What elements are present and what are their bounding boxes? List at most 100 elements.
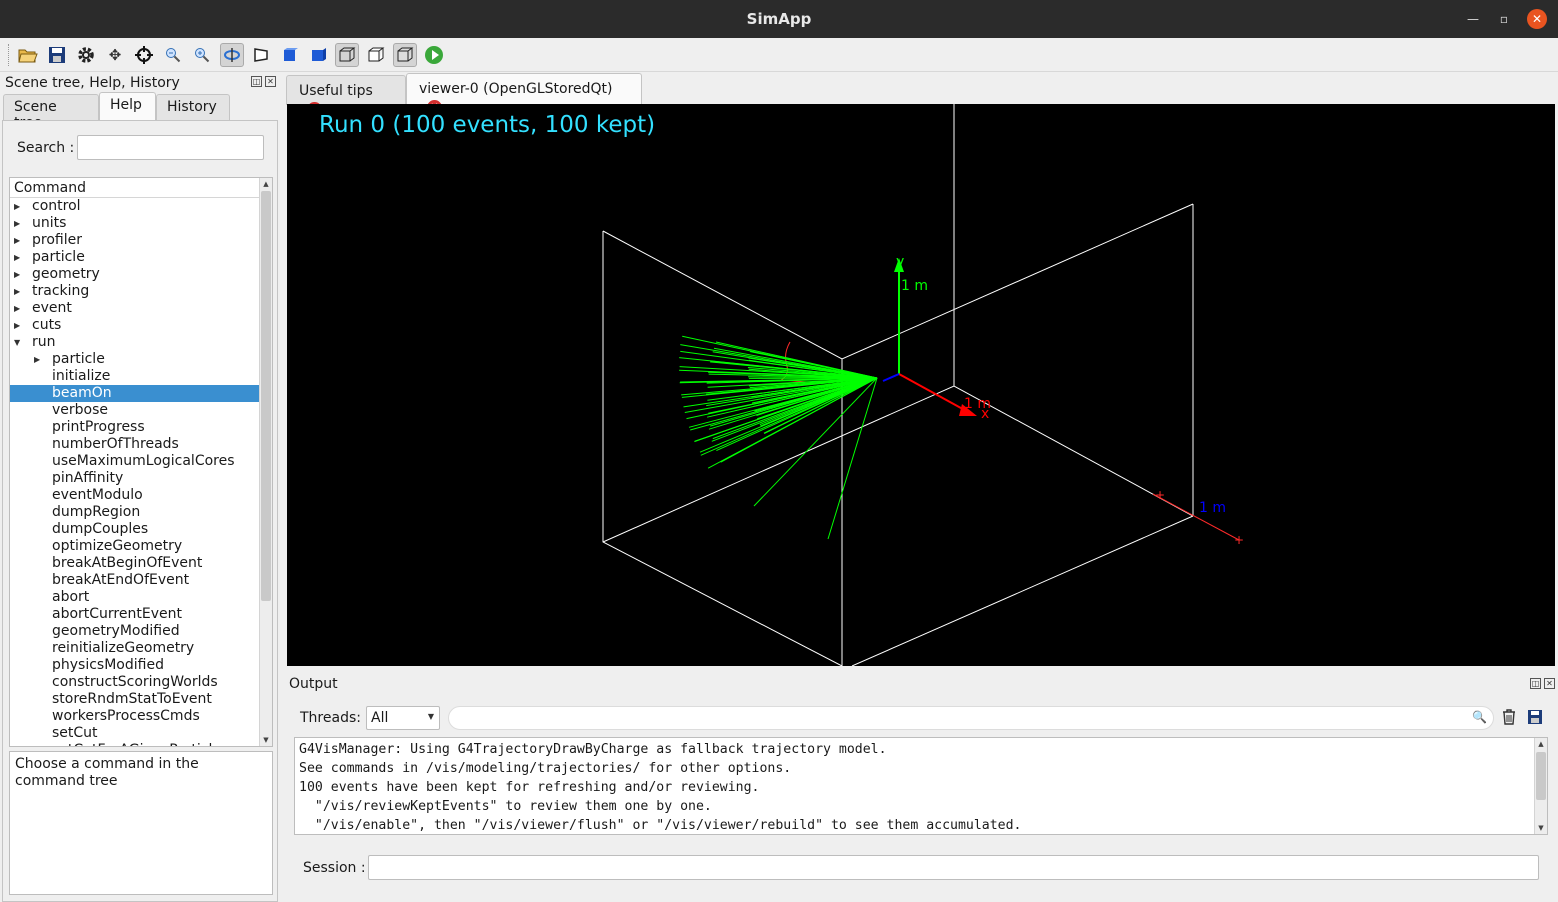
save-output-icon[interactable] — [1526, 708, 1544, 726]
tree-item-geometrymodified[interactable]: geometryModified — [10, 623, 272, 640]
solid-alt-icon[interactable] — [306, 43, 330, 67]
chevron-right-icon[interactable]: ▶ — [14, 266, 20, 283]
tree-item-beamon[interactable]: beamOn — [10, 385, 272, 402]
threads-value: All — [371, 710, 389, 726]
tab-viewer-0[interactable]: viewer-0 (OpenGLStoredQt)✕ — [406, 73, 642, 115]
save-icon[interactable] — [45, 43, 69, 67]
pick-icon[interactable] — [132, 43, 156, 67]
open-icon[interactable] — [16, 43, 40, 67]
tree-item-label: constructScoringWorlds — [52, 674, 218, 690]
tree-scrollbar[interactable]: ▲ ▼ — [259, 178, 272, 746]
tree-item-abortcurrentevent[interactable]: abortCurrentEvent — [10, 606, 272, 623]
float-icon[interactable]: ◫ — [1530, 678, 1541, 689]
tree-item-abort[interactable]: abort — [10, 589, 272, 606]
perspective-icon[interactable] — [249, 43, 273, 67]
tree-item-run[interactable]: ▼ run — [10, 334, 272, 351]
scroll-up-icon[interactable]: ▲ — [1535, 738, 1547, 750]
solid-icon[interactable] — [278, 43, 302, 67]
tree-item-cuts[interactable]: ▶ cuts — [10, 317, 272, 334]
session-input[interactable] — [368, 855, 1539, 880]
tree-item-numberofthreads[interactable]: numberOfThreads — [10, 436, 272, 453]
float-icon[interactable]: ◫ — [251, 76, 262, 87]
chevron-down-icon[interactable]: ▼ — [14, 334, 20, 351]
chevron-right-icon[interactable]: ▶ — [14, 215, 20, 232]
tree-item-units[interactable]: ▶ units — [10, 215, 272, 232]
tree-item-breakatbeginofevent[interactable]: breakAtBeginOfEvent — [10, 555, 272, 572]
search-input[interactable] — [77, 135, 264, 160]
scroll-down-icon[interactable]: ▼ — [260, 734, 272, 746]
output-scrollbar[interactable]: ▲ ▼ — [1534, 738, 1547, 834]
tree-item-dumpregion[interactable]: dumpRegion — [10, 504, 272, 521]
tree-item-constructscoringworlds[interactable]: constructScoringWorlds — [10, 674, 272, 691]
tree-item-label: particle — [32, 249, 85, 265]
chevron-right-icon[interactable]: ▶ — [14, 283, 20, 300]
tree-item-particle[interactable]: ▶ particle — [10, 249, 272, 266]
chevron-right-icon[interactable]: ▶ — [14, 317, 20, 334]
tree-item-profiler[interactable]: ▶ profiler — [10, 232, 272, 249]
tree-item-eventmodulo[interactable]: eventModulo — [10, 487, 272, 504]
close-dock-icon[interactable]: ✕ — [265, 76, 276, 87]
close-icon[interactable]: ✕ — [1527, 9, 1547, 29]
tree-item-printprogress[interactable]: printProgress — [10, 419, 272, 436]
tab-scene-tree[interactable]: Scene tree — [3, 94, 99, 131]
wireframe-icon[interactable] — [335, 43, 359, 67]
rotate-icon[interactable] — [220, 43, 244, 67]
output-filter-input[interactable]: 🔍 — [448, 706, 1494, 730]
restore-icon[interactable]: ▫ — [1494, 9, 1514, 29]
zoom-in-icon[interactable] — [190, 43, 214, 67]
tree-item-storerndmstattoevent[interactable]: storeRndmStatToEvent — [10, 691, 272, 708]
scroll-thumb[interactable] — [261, 191, 271, 601]
tree-item-initialize[interactable]: initialize — [10, 368, 272, 385]
threads-label: Threads: — [300, 710, 361, 726]
command-tree[interactable]: Command ▶ control ▶ units ▶ profiler ▶ particle… — [9, 177, 273, 747]
tab-useful-tips[interactable]: Useful tips✕ — [286, 75, 406, 117]
tree-item-label: control — [32, 198, 81, 214]
tree-header-command[interactable]: Command — [10, 178, 272, 198]
tab-label: Useful tips — [299, 83, 373, 99]
close-dock-icon[interactable]: ✕ — [1544, 678, 1555, 689]
scroll-thumb[interactable] — [1536, 752, 1546, 800]
tab-history[interactable]: History — [156, 94, 230, 120]
opengl-viewer[interactable]: y 1 m 1 m x + + 1 m Run 0 (100 events, 1… — [287, 104, 1555, 666]
tree-item-setcut[interactable]: setCut — [10, 725, 272, 742]
hidden-surface-icon[interactable] — [393, 43, 417, 67]
output-console[interactable]: G4VisManager: Using G4TrajectoryDrawByCh… — [294, 737, 1548, 835]
settings-icon[interactable] — [74, 43, 98, 67]
move-icon[interactable]: ✥ — [103, 43, 127, 67]
tree-item-physicsmodified[interactable]: physicsModified — [10, 657, 272, 674]
tree-item-optimizegeometry[interactable]: optimizeGeometry — [10, 538, 272, 555]
scale-bar — [1152, 493, 1240, 541]
tree-item-usemaximumlogicalcores[interactable]: useMaximumLogicalCores — [10, 453, 272, 470]
tree-item-label: setCutForAGivenParticle — [52, 742, 221, 746]
tree-item-dumpcouples[interactable]: dumpCouples — [10, 521, 272, 538]
chevron-right-icon[interactable]: ▶ — [14, 249, 20, 266]
zoom-out-icon[interactable] — [161, 43, 185, 67]
scroll-up-icon[interactable]: ▲ — [260, 178, 272, 190]
chevron-right-icon[interactable]: ▶ — [14, 300, 20, 317]
run-beamon-icon[interactable] — [422, 43, 446, 67]
tree-item-particle[interactable]: ▶ particle — [10, 351, 272, 368]
tree-item-setcutforagivenparticle[interactable]: setCutForAGivenParticle — [10, 742, 272, 746]
tree-item-event[interactable]: ▶ event — [10, 300, 272, 317]
minimize-icon[interactable]: — — [1463, 9, 1483, 29]
world-volume-wireframe — [602, 104, 1194, 666]
tree-item-pinaffinity[interactable]: pinAffinity — [10, 470, 272, 487]
tab-help[interactable]: Help — [99, 92, 156, 120]
tree-item-workersprocesscmds[interactable]: workersProcessCmds — [10, 708, 272, 725]
chevron-right-icon[interactable]: ▶ — [34, 351, 40, 368]
hidden-line-icon[interactable] — [364, 43, 388, 67]
tree-item-breakatendofevent[interactable]: breakAtEndOfEvent — [10, 572, 272, 589]
viewer-output-splitter[interactable] — [287, 666, 1555, 674]
scroll-down-icon[interactable]: ▼ — [1535, 822, 1547, 834]
clear-output-icon[interactable] — [1500, 708, 1518, 726]
tree-item-tracking[interactable]: ▶ tracking — [10, 283, 272, 300]
tree-item-verbose[interactable]: verbose — [10, 402, 272, 419]
chevron-right-icon[interactable]: ▶ — [14, 198, 20, 215]
chevron-right-icon[interactable]: ▶ — [14, 232, 20, 249]
window-titlebar: SimApp — ▫ ✕ — [0, 0, 1558, 38]
threads-select[interactable]: All ▼ — [366, 706, 440, 730]
x-axis — [898, 373, 971, 414]
tree-item-control[interactable]: ▶ control — [10, 198, 272, 215]
tree-item-geometry[interactable]: ▶ geometry — [10, 266, 272, 283]
tree-item-reinitializegeometry[interactable]: reinitializeGeometry — [10, 640, 272, 657]
